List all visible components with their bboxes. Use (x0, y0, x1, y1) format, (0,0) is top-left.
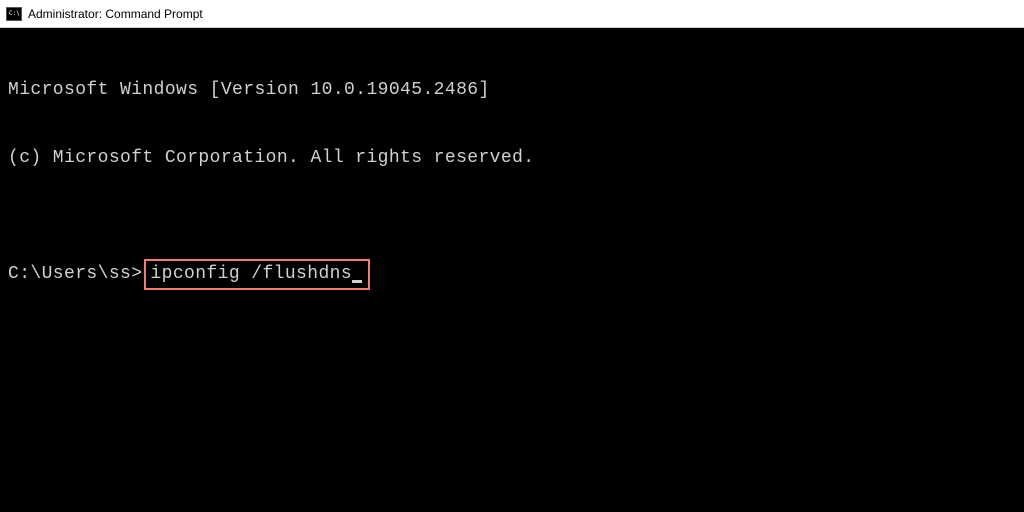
copyright-line: (c) Microsoft Corporation. All rights re… (8, 147, 1016, 170)
command-input[interactable]: ipconfig /flushdns (150, 263, 352, 286)
command-highlight: ipconfig /flushdns (144, 259, 370, 290)
version-line: Microsoft Windows [Version 10.0.19045.24… (8, 79, 1016, 102)
text-cursor (352, 280, 362, 283)
cmd-icon (6, 7, 22, 21)
prompt-path: C:\Users\ss> (8, 263, 142, 286)
terminal-body[interactable]: Microsoft Windows [Version 10.0.19045.24… (0, 28, 1024, 318)
window-titlebar[interactable]: Administrator: Command Prompt (0, 0, 1024, 28)
window-title: Administrator: Command Prompt (28, 7, 203, 21)
prompt-line: C:\Users\ss> ipconfig /flushdns (8, 259, 1016, 290)
